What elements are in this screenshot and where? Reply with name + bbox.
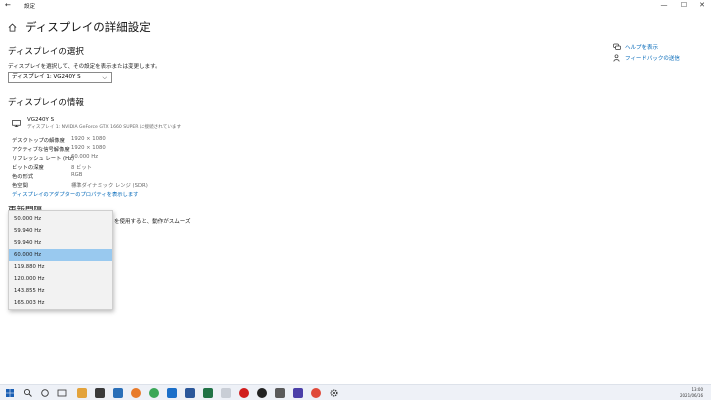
home-icon (8, 23, 17, 32)
app-icon[interactable] (239, 388, 249, 398)
clock-date: 2021/06/16 (679, 392, 703, 398)
store-icon[interactable] (95, 388, 105, 398)
display-info-heading: ディスプレイの情報 (8, 98, 84, 108)
adapter-properties-link[interactable]: ディスプレイのアダプターのプロパティを表示します (12, 190, 138, 198)
refresh-rate-option-selected[interactable]: 60.000 Hz (9, 249, 112, 261)
explorer-icon[interactable] (77, 388, 87, 398)
info-value: 60.000 Hz (71, 154, 98, 160)
cortana-icon[interactable] (40, 388, 50, 398)
minimize-button[interactable]: — (659, 1, 669, 9)
select-display-instruction: ディスプレイを選択して、その設定を表示または変更します。 (8, 64, 161, 70)
help-link-label: ヘルプを表示 (625, 45, 659, 51)
info-value: 1920 × 1080 (71, 145, 106, 151)
info-value: RGB (71, 172, 83, 178)
refresh-rate-option[interactable]: 143.855 Hz (9, 285, 112, 297)
monitor-connection: ディスプレイ 1: NVIDIA GeForce GTX 1660 SUPER … (27, 125, 182, 130)
info-value: 1920 × 1080 (71, 136, 106, 142)
system-clock[interactable]: 13:00 2021/06/16 (680, 387, 703, 398)
info-value: 8 ビット (71, 165, 92, 171)
display-select[interactable]: ディスプレイ 1: VG240Y S ⌵ (8, 72, 112, 83)
page-title: ディスプレイの詳細設定 (25, 20, 151, 34)
info-label: 色の形式 (12, 174, 34, 180)
monitor-icon (12, 120, 21, 127)
refresh-rate-option[interactable]: 59.940 Hz (9, 237, 112, 249)
info-label: 色空間 (12, 183, 28, 189)
window-title: 設定 (24, 4, 36, 10)
feedback-person-icon (613, 54, 620, 62)
refresh-rate-option[interactable]: 165.003 Hz (9, 297, 112, 309)
help-link[interactable]: ヘルプを表示 (613, 43, 658, 51)
settings-gear-icon[interactable] (329, 388, 339, 398)
back-arrow-icon[interactable]: ← (5, 1, 11, 9)
refresh-rate-option[interactable]: 120.000 Hz (9, 273, 112, 285)
help-chat-icon (613, 43, 621, 50)
task-view-icon[interactable] (57, 388, 67, 398)
chrome-icon[interactable] (149, 388, 159, 398)
firefox-icon[interactable] (131, 388, 141, 398)
windows-start-icon[interactable] (5, 388, 15, 398)
display-select-value: ディスプレイ 1: VG240Y S (12, 74, 81, 80)
search-icon[interactable] (23, 388, 33, 398)
word-icon[interactable] (185, 388, 195, 398)
app-icon[interactable] (293, 388, 303, 398)
feedback-link-label: フィードバックの送信 (625, 56, 680, 62)
info-label: デスクトップの解像度 (12, 138, 65, 144)
app-icon[interactable] (311, 388, 321, 398)
refresh-rate-option[interactable]: 50.000 Hz (9, 213, 112, 225)
outlook-icon[interactable] (167, 388, 177, 398)
info-label: アクティブな信号解像度 (12, 147, 70, 153)
info-value: 標準ダイナミック レンジ (SDR) (71, 183, 148, 189)
info-label: ビットの深度 (12, 165, 44, 171)
feedback-link[interactable]: フィードバックの送信 (613, 54, 680, 62)
mail-icon[interactable] (113, 388, 123, 398)
refresh-rate-description: を使用すると、動作がスムーズ (114, 219, 191, 225)
app-icon[interactable] (257, 388, 267, 398)
page-header: ディスプレイの詳細設定 (8, 19, 151, 35)
close-button[interactable]: ✕ (697, 1, 707, 9)
excel-icon[interactable] (203, 388, 213, 398)
title-bar: ← 設定 — ☐ ✕ (0, 0, 711, 12)
maximize-button[interactable]: ☐ (679, 1, 689, 9)
refresh-rate-option[interactable]: 119.880 Hz (9, 261, 112, 273)
refresh-rate-dropdown[interactable]: 50.000 Hz 59.940 Hz 59.940 Hz 60.000 Hz … (8, 210, 113, 310)
select-display-heading: ディスプレイの選択 (8, 47, 84, 57)
info-label: リフレッシュ レート (Hz) (12, 156, 74, 162)
app-icon[interactable] (275, 388, 285, 398)
chevron-down-icon: ⌵ (102, 74, 107, 81)
app-icon[interactable] (221, 388, 231, 398)
taskbar: 13:00 2021/06/16 (0, 384, 711, 400)
monitor-name: VG240Y S (27, 117, 55, 123)
refresh-rate-option[interactable]: 59.940 Hz (9, 225, 112, 237)
